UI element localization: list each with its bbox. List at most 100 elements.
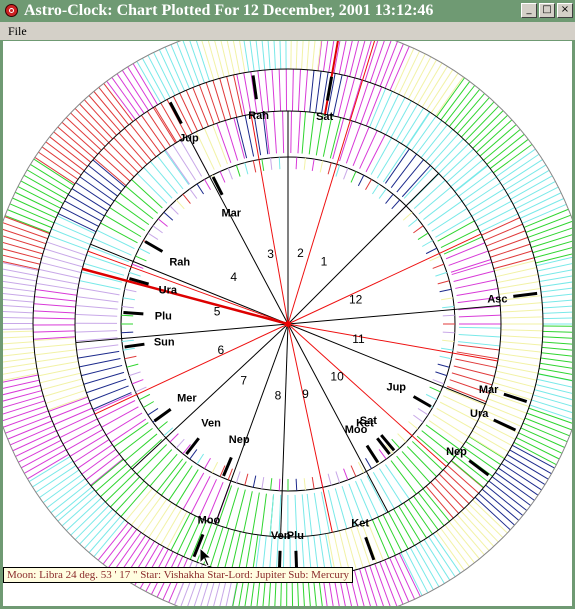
band-tick [446,153,479,183]
band-tick [513,441,557,466]
band-tick [414,544,440,587]
band-tick [185,89,204,129]
band-tick [488,236,529,253]
band-tick [503,458,546,485]
band-tick [486,230,526,247]
inner-tick [442,314,455,317]
natal-planet-label: Rah [169,257,190,269]
band-tick [345,123,362,164]
band-tick [493,257,535,270]
band-tick [516,437,560,460]
band-tick [46,241,87,256]
band-tick [3,379,40,389]
band-tick [315,71,322,113]
band-tick [93,91,125,129]
band-tick [489,138,529,169]
band-tick [251,492,260,535]
band-tick [483,129,521,161]
band-tick [301,41,304,70]
chart-canvas[interactable]: 1 2 3 4 5 6 7 8 9 10 11 12 Mar Rah Ura Plu Sun Mer Nep Ven J… [3,41,572,606]
band-tick [512,180,556,205]
band-tick [34,349,77,356]
band-tick [419,542,445,584]
center-dot [285,321,291,327]
band-tick [468,110,504,145]
band-tick [444,85,476,124]
band-tick [429,133,459,166]
band-tick [127,66,154,108]
band-tick [512,444,555,469]
band-tick [182,472,205,510]
band-tick [257,70,264,113]
menu-file[interactable]: File [8,24,27,39]
band-tick [496,273,539,284]
band-tick [273,41,276,70]
band-tick [536,256,572,267]
band-tick [500,316,543,319]
band-tick [542,336,572,339]
band-tick [43,384,84,398]
band-tick [542,330,572,333]
band-tick [488,480,528,511]
band-tick [35,465,77,493]
band-tick [457,97,490,134]
band-tick [56,215,96,235]
band-tick [540,357,572,363]
band-tick [53,407,93,426]
band-tick [515,186,559,210]
band-tick [17,186,61,209]
close-button[interactable]: × [557,3,573,18]
band-tick [50,402,91,419]
band-tick [476,119,513,153]
band-tick [79,280,121,290]
band-tick [54,486,93,519]
astro-chart[interactable]: 12345678 9101112MarRahUraPluSunMerNepVenJ… [3,41,572,606]
maximize-button[interactable]: □ [539,3,555,18]
band-tick [42,473,83,504]
band-tick [3,390,42,402]
natal-planet-label: Moo [345,424,368,436]
band-tick [33,303,76,308]
minimize-button[interactable]: _ [521,3,537,18]
band-tick [456,514,490,551]
band-tick [498,153,540,182]
band-tick [3,330,34,333]
app-icon[interactable] [5,4,18,17]
band-tick [70,112,106,147]
band-tick [460,510,495,547]
band-tick [291,578,294,606]
band-tick [39,469,80,498]
band-tick [198,84,215,125]
band-tick [255,41,260,71]
band-tick [119,192,154,220]
band-tick [27,453,70,480]
band-tick [442,148,474,179]
band-tick [541,352,572,357]
band-tick [103,83,134,122]
band-tick [168,465,193,501]
band-tick [83,99,117,136]
band-tick [478,492,515,526]
band-tick [435,531,465,571]
band-tick [20,180,64,205]
band-tick [212,80,226,121]
band-tick [500,341,543,346]
band-tick [453,365,495,377]
band-tick [529,404,572,420]
band-tick [45,141,85,172]
transit-planet-label: Sat [316,111,333,123]
band-tick [271,69,276,112]
band-tick [88,95,121,133]
band-tick [75,313,118,317]
transit-planet-label: Nep [446,446,467,458]
band-tick [472,114,508,149]
band-tick [337,75,349,118]
band-tick [273,111,277,154]
band-tick [3,367,37,375]
band-tick [118,427,153,455]
band-tick [57,126,95,159]
band-tick [3,357,36,363]
natal-planet-label: Jup [386,382,406,394]
band-tick [434,477,465,509]
band-tick [495,472,535,501]
